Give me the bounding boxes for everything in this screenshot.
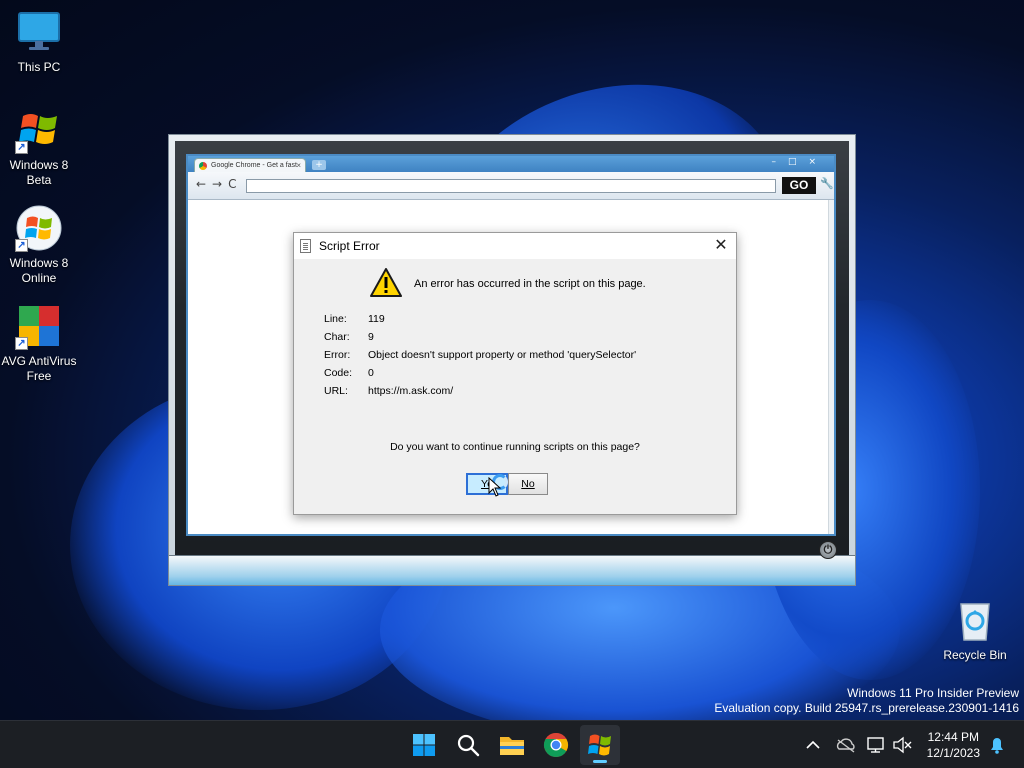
go-button[interactable]: GO <box>782 177 816 194</box>
browser-titlebar: Google Chrome - Get a fast × + –□× <box>188 156 834 172</box>
detail-value: 119 <box>368 313 385 325</box>
mouse-pointer-icon <box>488 476 502 497</box>
shortcut-arrow-icon: ↗ <box>15 141 28 154</box>
desktop-icon-label: Windows 8 Beta <box>9 158 69 187</box>
taskbar: 12:44 PM 12/1/2023 <box>0 720 1024 768</box>
tab-close-icon[interactable]: × <box>296 159 301 172</box>
chrome-icon <box>543 732 569 758</box>
detail-key: Code: <box>324 367 353 379</box>
desktop-icon-avg-antivirus[interactable]: ↗ AVG AntiVirus Free <box>0 302 78 384</box>
script-error-dialog: Script Error ✕ An error has occurred in … <box>293 232 737 515</box>
avg-logo-icon: ↗ <box>15 302 63 350</box>
browser-tab[interactable]: Google Chrome - Get a fast × <box>194 158 306 172</box>
browser-scrollbar[interactable] <box>828 200 834 534</box>
network-status[interactable] <box>864 721 888 768</box>
desktop-icon-windows-8-beta[interactable]: ↗ Windows 8 Beta <box>0 106 78 188</box>
file-explorer-button[interactable] <box>492 725 532 765</box>
dialog-titlebar: Script Error ✕ <box>294 233 736 259</box>
detail-key: Line: <box>324 313 347 325</box>
onedrive-status[interactable] <box>834 721 858 768</box>
detail-value: 9 <box>368 331 374 343</box>
search-button[interactable] <box>448 725 488 765</box>
watermark-line-1: Windows 11 Pro Insider Preview <box>847 686 1019 700</box>
watermark-line-2: Evaluation copy. Build 25947.rs_prerelea… <box>714 701 1019 715</box>
windows-watermark: Windows 11 Pro Insider Preview Evaluatio… <box>714 686 1019 716</box>
no-button-label: No <box>521 478 535 490</box>
wrench-icon[interactable]: 🔧 <box>820 177 834 190</box>
volume-status[interactable] <box>890 721 914 768</box>
detail-key: Char: <box>324 331 350 343</box>
windows-orb-icon: ↗ <box>15 204 63 252</box>
detail-key: Error: <box>324 349 351 361</box>
monitor-icon <box>15 8 63 56</box>
desktop-icon-label: Recycle Bin <box>943 648 1007 662</box>
address-bar[interactable] <box>246 179 776 193</box>
error-message: An error has occurred in the script on t… <box>414 278 646 290</box>
no-button[interactable]: No <box>508 473 548 495</box>
power-button-icon[interactable]: ⏻ <box>819 541 837 559</box>
network-monitor-icon <box>867 737 884 753</box>
continue-question: Do you want to continue running scripts … <box>390 441 640 453</box>
desktop-icon-windows-8-online[interactable]: ↗ Windows 8 Online <box>0 204 78 286</box>
windows-start-icon <box>413 734 435 756</box>
browser-toolbar: ←→C GO 🔧 <box>188 172 834 200</box>
bell-icon <box>991 738 1003 754</box>
new-tab-button[interactable]: + <box>312 160 326 170</box>
detail-value: Object doesn't support property or metho… <box>368 349 637 361</box>
desktop-icon-this-pc[interactable]: This PC <box>0 8 78 75</box>
warning-icon <box>370 267 402 299</box>
clock-date: 12/1/2023 <box>926 746 980 760</box>
desktop-icon-label: Windows 8 Online <box>9 256 69 285</box>
search-icon <box>457 734 480 757</box>
desktop-icon-recycle-bin[interactable]: Recycle Bin <box>936 596 1014 663</box>
dialog-close-button[interactable]: ✕ <box>706 233 736 259</box>
shortcut-arrow-icon: ↗ <box>15 337 28 350</box>
recycle-bin-icon <box>951 596 999 644</box>
detail-value: 0 <box>368 367 374 379</box>
detail-key: URL: <box>324 385 348 397</box>
tray-overflow-button[interactable] <box>802 721 824 768</box>
speaker-muted-icon <box>893 736 912 754</box>
chrome-favicon-icon <box>199 162 207 170</box>
browser-nav-buttons[interactable]: ←→C <box>196 177 243 191</box>
browser-tab-title: Google Chrome - Get a fast <box>211 162 297 169</box>
desktop-icon-label: This PC <box>17 60 61 74</box>
browser-window-controls[interactable]: –□× <box>771 157 828 167</box>
cloud-offline-icon <box>836 738 855 753</box>
folder-icon <box>500 737 524 755</box>
start-button[interactable] <box>404 725 444 765</box>
windows-flag-icon: ↗ <box>15 106 63 154</box>
windows-flag-icon <box>588 734 611 756</box>
taskbar-clock[interactable]: 12:44 PM 12/1/2023 <box>927 729 980 761</box>
dialog-title: Script Error <box>319 239 380 253</box>
shortcut-arrow-icon: ↗ <box>15 239 28 252</box>
desktop-icon-label: AVG AntiVirus Free <box>1 354 77 383</box>
monitor-base <box>169 555 855 585</box>
notifications-button[interactable] <box>986 721 1008 768</box>
document-icon <box>300 239 311 253</box>
clock-time: 12:44 PM <box>927 730 979 744</box>
detail-value: https://m.ask.com/ <box>368 385 454 397</box>
chrome-button[interactable] <box>536 725 576 765</box>
chevron-up-icon <box>806 740 820 749</box>
windows-8-online-taskbar-button[interactable] <box>580 725 620 765</box>
